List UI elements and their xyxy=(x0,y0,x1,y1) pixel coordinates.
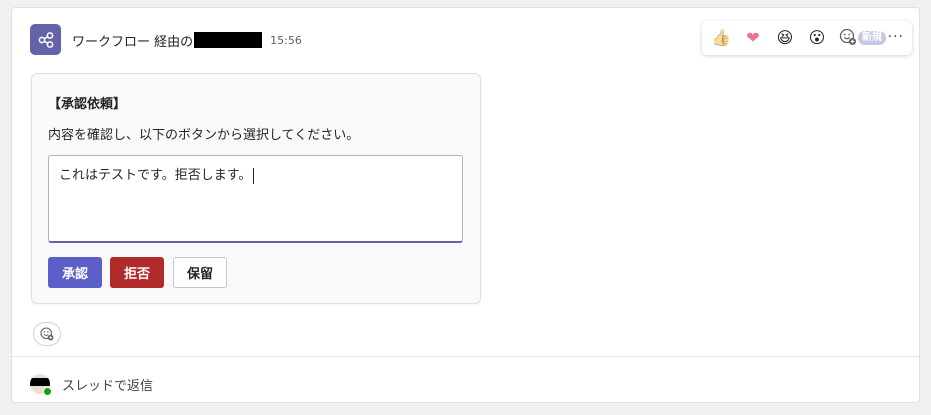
new-badge: 新規 xyxy=(858,31,886,45)
heart-reaction-icon[interactable]: ❤ xyxy=(742,27,764,49)
redacted-avatar xyxy=(30,378,50,386)
text-caret xyxy=(253,167,255,184)
approval-card: 【承認依頼】 内容を確認し、以下のボタンから選択してください。 これはテストです… xyxy=(31,73,481,304)
message-timestamp: 15:56 xyxy=(270,33,302,47)
comment-input[interactable]: これはテストです。拒否します。 xyxy=(48,155,463,243)
sender-name[interactable]: ワークフロー 経由の xyxy=(72,31,193,50)
more-options-icon[interactable]: ··· xyxy=(888,29,904,45)
card-title: 【承認依頼】 xyxy=(48,97,127,112)
reply-label: スレッドで返信 xyxy=(62,378,154,394)
add-reaction-icon[interactable] xyxy=(838,27,860,49)
laugh-reaction-icon[interactable]: 😆 xyxy=(774,27,796,49)
reaction-bar: 👍 ❤ 😆 😮 新規 ··· xyxy=(702,21,912,55)
workflow-avatar xyxy=(30,24,61,55)
comment-input-value: これはテストです。拒否します。 xyxy=(59,168,252,183)
message-header: ワークフロー 経由の 15:56 xyxy=(72,31,302,50)
reject-button[interactable]: 拒否 xyxy=(110,257,164,288)
redacted-name xyxy=(194,32,263,48)
hold-button[interactable]: 保留 xyxy=(173,257,227,288)
smiley-plus-icon xyxy=(40,327,54,341)
add-reaction-button[interactable] xyxy=(33,322,61,346)
workflow-icon xyxy=(38,31,53,48)
presence-status-icon xyxy=(43,387,52,396)
like-reaction-icon[interactable]: 👍 xyxy=(710,27,732,49)
divider xyxy=(12,356,919,357)
smiley-plus-icon xyxy=(839,28,856,45)
surprised-reaction-icon[interactable]: 😮 xyxy=(806,27,828,49)
message-post: ワークフロー 経由の 15:56 👍 ❤ 😆 😮 新規 ··· 【承認依頼】 内… xyxy=(11,7,920,403)
card-description: 内容を確認し、以下のボタンから選択してください。 xyxy=(48,128,360,143)
approve-button[interactable]: 承認 xyxy=(48,257,102,288)
